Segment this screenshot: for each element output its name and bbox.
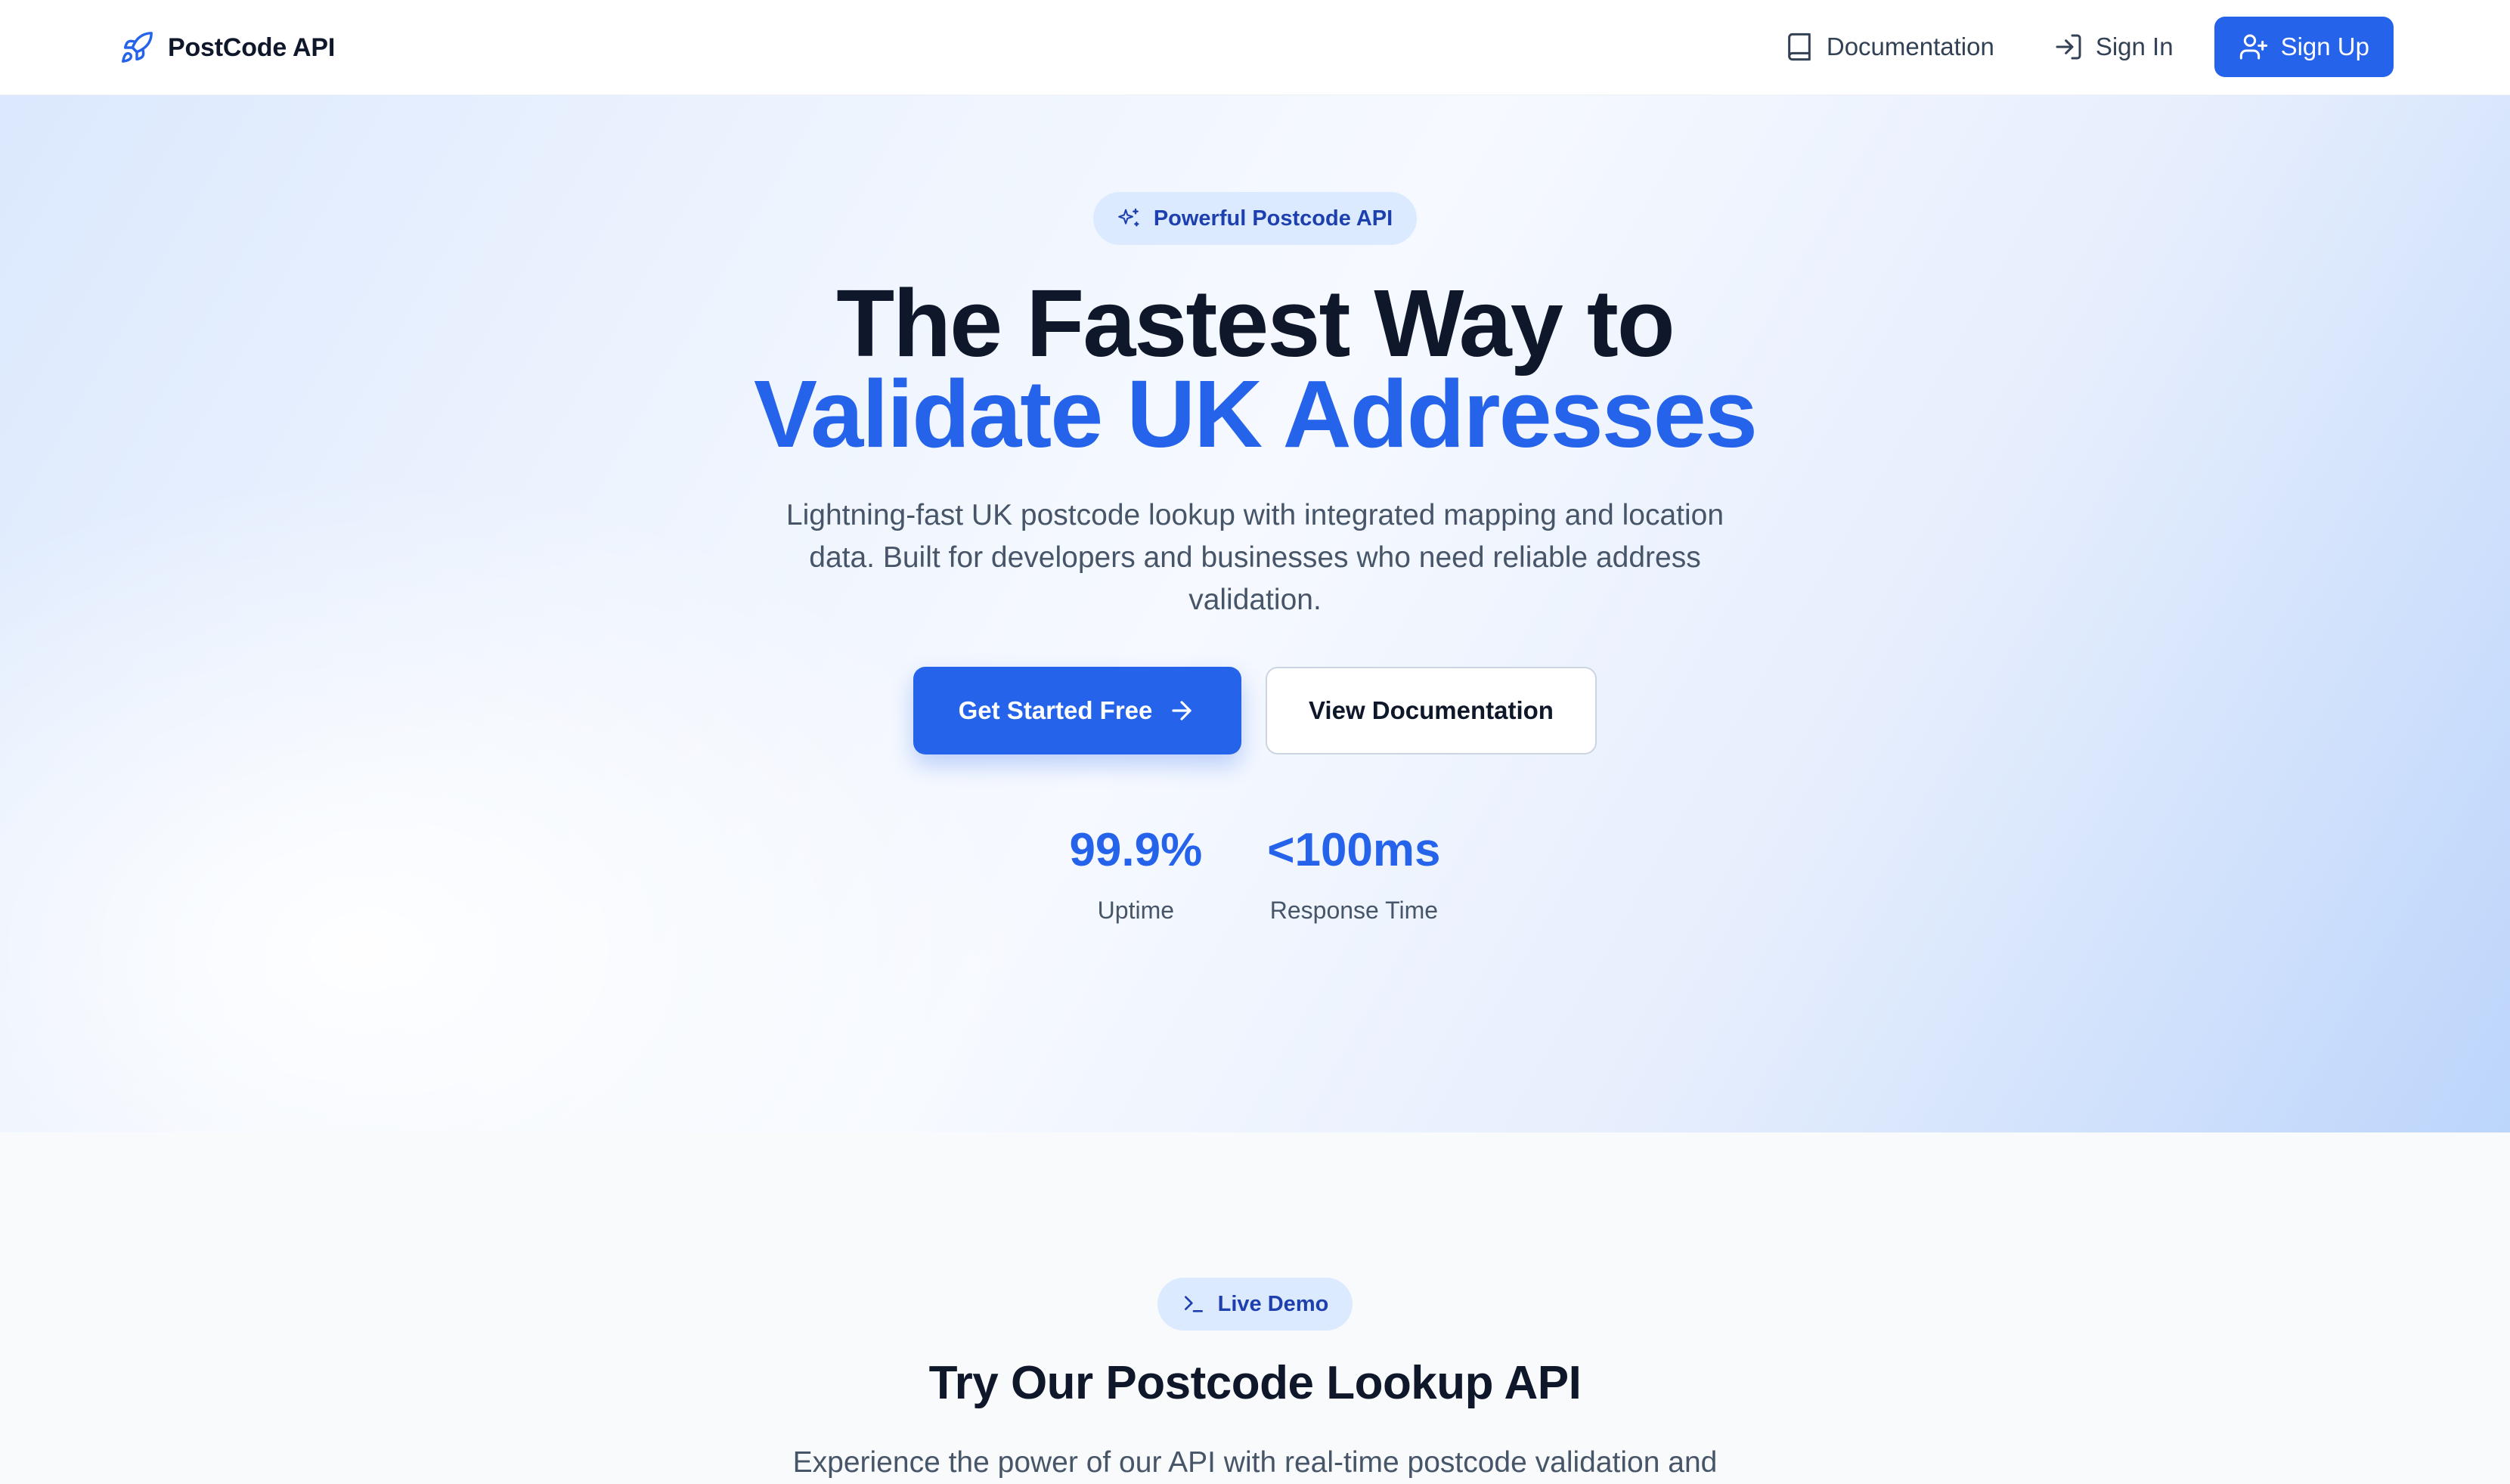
sign-in-icon: [2056, 34, 2081, 60]
stat-response-time-label: Response Time: [1269, 897, 1439, 924]
demo-title: Try Our Postcode Lookup API: [928, 1357, 1582, 1409]
hero-title-line2: Validate UK Addresses: [754, 361, 1758, 467]
hero-badge-label: Powerful Postcode API: [1153, 206, 1393, 231]
sparkles-icon: [1117, 208, 1139, 227]
rocket-icon: [122, 32, 153, 63]
view-documentation-label: View Documentation: [1309, 696, 1554, 724]
hero-subtitle: Lightning-fast UK postcode lookup with i…: [786, 499, 1724, 616]
sign-up-label: Sign Up: [2280, 33, 2369, 60]
stat-response-time: <100ms Response Time: [1267, 824, 1440, 925]
stat-uptime-value: 99.9%: [1069, 824, 1203, 876]
sign-up-button[interactable]: Sign Up: [2214, 17, 2394, 77]
book-icon: [1788, 33, 1811, 61]
hero-title: The Fastest Way to Validate UK Addresses: [754, 270, 1758, 467]
stat-response-time-value: <100ms: [1267, 824, 1441, 876]
navbar: PostCode API Documentation Sign In Sign …: [0, 0, 2510, 95]
hero-section: Powerful Postcode API The Fastest Way to…: [0, 95, 2510, 1132]
hero-badge: Powerful Postcode API: [1092, 192, 1418, 245]
nav-documentation-label: Documentation: [1826, 33, 1994, 60]
terminal-icon: [1184, 1296, 1203, 1312]
hero-title-line1: The Fastest Way to: [836, 270, 1675, 376]
user-plus-icon: [2239, 34, 2267, 60]
nav-documentation-link[interactable]: Documentation: [1766, 16, 2013, 78]
demo-subtitle: Experience the power of our API with rea…: [792, 1446, 1718, 1479]
nav-sign-in-label: Sign In: [2095, 33, 2174, 60]
demo-badge-label: Live Demo: [1217, 1291, 1329, 1316]
view-documentation-button[interactable]: View Documentation: [1266, 667, 1597, 754]
hero-cta-group: Get Started Free View Documentation: [913, 667, 1597, 754]
brand-logo[interactable]: PostCode API: [119, 27, 335, 68]
demo-section: Live Demo Try Our Postcode Lookup API Ex…: [0, 1132, 2510, 1479]
stat-uptime: 99.9% Uptime: [1069, 824, 1202, 925]
hero-stats: 99.9% Uptime <100ms Response Time: [1069, 824, 1440, 925]
stat-uptime-label: Uptime: [1097, 897, 1175, 924]
demo-badge: Live Demo: [1157, 1278, 1353, 1331]
nav-sign-in-link[interactable]: Sign In: [2035, 16, 2192, 78]
brand-name: PostCode API: [168, 33, 336, 62]
get-started-button[interactable]: Get Started Free: [913, 667, 1241, 754]
nav-menu: Documentation Sign In Sign Up: [1766, 16, 2394, 78]
arrow-right-icon: [1172, 701, 1192, 720]
get-started-label: Get Started Free: [958, 696, 1153, 724]
